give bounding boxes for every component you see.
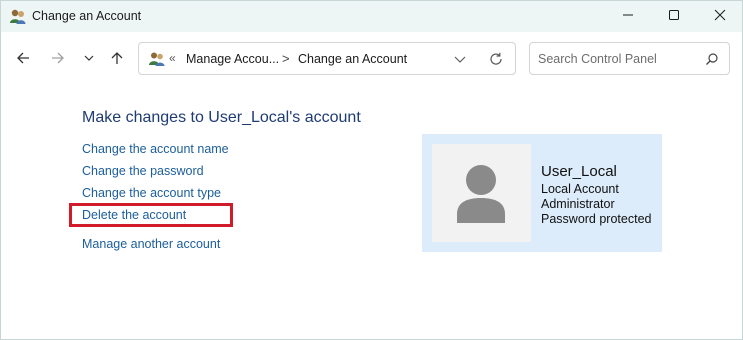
recent-locations-button[interactable]: [77, 48, 101, 72]
delete-account-link[interactable]: Delete the account: [82, 208, 186, 222]
account-role: Administrator: [541, 197, 615, 211]
refresh-icon[interactable]: [488, 51, 504, 67]
search-box[interactable]: [529, 42, 730, 75]
search-input[interactable]: [538, 50, 698, 68]
user-accounts-icon: [9, 8, 27, 25]
account-type: Local Account: [541, 182, 619, 196]
avatar: [432, 144, 531, 242]
window-title: Change an Account: [32, 9, 142, 23]
address-dropdown-chevron-icon[interactable]: [453, 53, 467, 65]
forward-button[interactable]: [46, 48, 70, 72]
address-overflow-button[interactable]: «: [169, 51, 176, 65]
manage-another-account-link[interactable]: Manage another account: [82, 237, 220, 251]
maximize-button[interactable]: [651, 1, 697, 32]
page-heading: Make changes to User_Local's account: [82, 109, 361, 126]
close-button[interactable]: [697, 1, 743, 32]
arrow-right-icon: [51, 51, 65, 70]
navigation-bar: « Manage Accou... > Change an Account: [1, 32, 742, 88]
user-avatar-icon: [432, 165, 531, 246]
breadcrumb-separator[interactable]: >: [282, 51, 290, 66]
account-info-panel: User_Local Local Account Administrator P…: [422, 134, 662, 252]
change-account-name-link[interactable]: Change the account name: [82, 142, 229, 156]
arrow-up-icon: [110, 51, 124, 70]
breadcrumb-change-account[interactable]: Change an Account: [298, 52, 407, 66]
account-name: User_Local: [541, 163, 617, 180]
up-button[interactable]: [105, 48, 129, 72]
address-bar[interactable]: « Manage Accou... > Change an Account: [138, 42, 516, 75]
title-bar: Change an Account: [1, 1, 742, 32]
account-password-status: Password protected: [541, 212, 652, 226]
minimize-button[interactable]: [605, 1, 651, 32]
back-button[interactable]: [11, 48, 35, 72]
user-accounts-icon: [148, 51, 166, 67]
change-password-link[interactable]: Change the password: [82, 164, 204, 178]
search-icon[interactable]: [705, 52, 719, 66]
change-account-window: Change an Account « Manage Accou... > Ch…: [0, 0, 743, 340]
close-icon: [714, 8, 726, 26]
minimize-icon: [622, 8, 634, 26]
maximize-icon: [668, 8, 680, 26]
breadcrumb-manage-accounts[interactable]: Manage Accou...: [186, 52, 279, 66]
chevron-down-icon: [83, 51, 95, 69]
change-account-type-link[interactable]: Change the account type: [82, 186, 221, 200]
arrow-left-icon: [16, 51, 30, 70]
